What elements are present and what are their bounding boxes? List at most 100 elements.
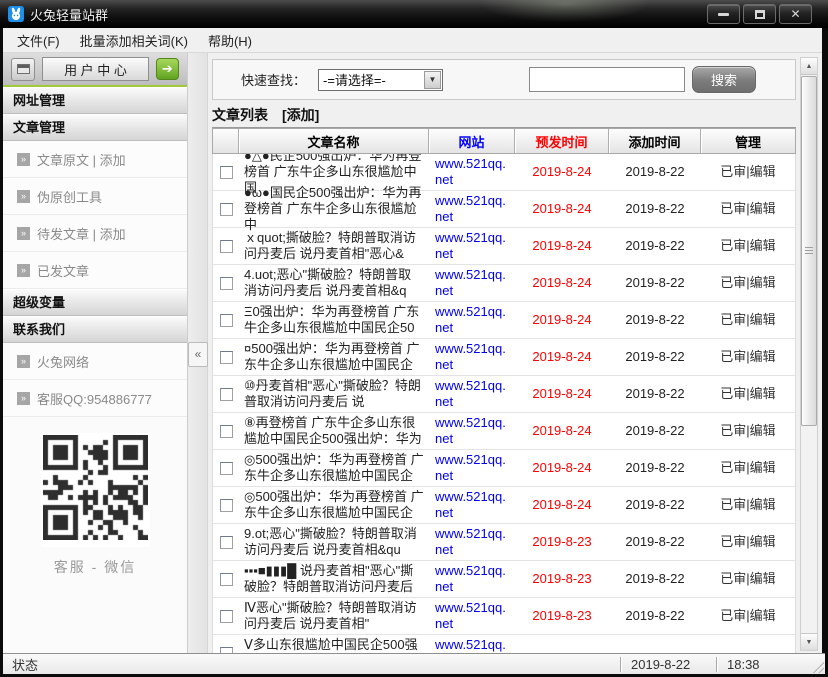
row-checkbox[interactable] — [220, 351, 233, 364]
column-header-pre[interactable]: 预发时间 — [515, 129, 609, 153]
manage-links[interactable]: 已审|编辑 — [701, 524, 795, 560]
column-header-site[interactable]: 网站 — [429, 129, 515, 153]
site-link[interactable]: www.521qq.net — [429, 339, 515, 375]
manage-links[interactable]: 已审|编辑 — [701, 376, 795, 412]
column-header-name[interactable]: 文章名称 — [239, 129, 429, 153]
content-area: 快速查找： -=请选择=- ▼ 搜索 文章列表 [添加] 文章名称网站预发时间添… — [208, 53, 822, 653]
quick-find-select[interactable]: -=请选择=- ▼ — [318, 69, 443, 91]
dropdown-arrow-icon[interactable]: ▼ — [424, 71, 441, 89]
site-link[interactable]: www.521qq.net — [429, 191, 515, 227]
sidebar-item[interactable]: »客服QQ:954886777 — [3, 380, 187, 417]
checkbox-cell — [213, 413, 239, 449]
checkbox-cell — [213, 191, 239, 227]
checkbox-cell — [213, 598, 239, 634]
column-header-manage[interactable]: 管理 — [701, 129, 795, 153]
quick-find-bar: 快速查找： -=请选择=- ▼ 搜索 — [212, 59, 796, 100]
sidebar: 用 户 中 心 ➔ 网址管理文章管理»文章原文 | 添加»伪原创工具»待发文章 … — [3, 53, 187, 653]
sidebar-item[interactable]: »已发文章 — [3, 252, 187, 289]
minimize-button[interactable] — [707, 4, 740, 24]
site-link[interactable]: www.521qq.net — [429, 450, 515, 486]
add-article-link[interactable]: [添加] — [282, 105, 319, 125]
site-link[interactable]: www.521qq.net — [429, 524, 515, 560]
manage-links[interactable]: 已审|编辑 — [701, 561, 795, 597]
site-link[interactable]: www.521qq.net — [429, 561, 515, 597]
checkbox-cell — [213, 450, 239, 486]
go-button[interactable]: ➔ — [156, 58, 179, 80]
sidebar-item[interactable]: »文章原文 | 添加 — [3, 141, 187, 178]
added-date: 2019-8-22 — [609, 265, 701, 301]
sidebar-section-header[interactable]: 超级变量 — [3, 289, 187, 316]
menu-item[interactable]: 批量添加相关词(K) — [70, 28, 198, 52]
table-row: ¤500强出炉：华为再登榜首 广东牛企多山东很尴尬中国民企www.521qq.n… — [213, 339, 795, 376]
sidebar-item-label: 火兔网络 — [37, 352, 89, 371]
user-center-button[interactable]: 用 户 中 心 — [42, 57, 148, 81]
row-checkbox[interactable] — [220, 573, 233, 586]
site-link[interactable]: www.521qq.net — [429, 598, 515, 634]
site-link[interactable]: www.521qq.net — [429, 413, 515, 449]
menu-item[interactable]: 帮助(H) — [198, 28, 262, 52]
row-checkbox[interactable] — [220, 536, 233, 549]
row-checkbox[interactable] — [220, 240, 233, 253]
scroll-down-button[interactable]: ▼ — [801, 633, 817, 650]
site-link[interactable]: www.521qq.net — [429, 265, 515, 301]
app-rabbit-icon — [8, 6, 24, 22]
manage-links[interactable]: 已审|编辑 — [701, 450, 795, 486]
maximize-button[interactable] — [743, 4, 776, 24]
row-checkbox[interactable] — [220, 388, 233, 401]
close-button[interactable]: ✕ — [779, 4, 812, 24]
sidebar-section-header[interactable]: 网址管理 — [3, 87, 187, 114]
row-checkbox[interactable] — [220, 277, 233, 290]
sidebar-item[interactable]: »火兔网络 — [3, 343, 187, 380]
scroll-up-button[interactable]: ▲ — [801, 58, 817, 75]
sidebar-section-header[interactable]: 文章管理 — [3, 114, 187, 141]
article-title: ▪▪▪■▮▮▮█ 说丹麦首相"恶心"撕破脸？特朗普取消访问丹麦后 — [239, 561, 429, 597]
article-title: 4.uot;恶心"撕破脸？特朗普取消访问丹麦后 说丹麦首相&q — [239, 265, 429, 301]
checkbox-cell — [213, 265, 239, 301]
arrow-bullet-icon: » — [17, 190, 30, 203]
panel-toggle-button[interactable] — [11, 58, 35, 81]
search-button[interactable]: 搜索 — [692, 66, 756, 93]
manage-links[interactable]: 已审|编辑 — [701, 228, 795, 264]
row-checkbox[interactable] — [220, 425, 233, 438]
column-header-check[interactable] — [213, 129, 239, 153]
titlebar[interactable]: 火兔轻量站群 ✕ — [0, 0, 828, 28]
collapse-sidebar-button[interactable]: « — [188, 342, 208, 367]
manage-links[interactable]: 已审|编辑 — [701, 191, 795, 227]
sidebar-item[interactable]: »伪原创工具 — [3, 178, 187, 215]
site-link[interactable]: www.521qq.net — [429, 302, 515, 338]
manage-links[interactable]: 已审|编辑 — [701, 487, 795, 523]
row-checkbox[interactable] — [220, 499, 233, 512]
site-link[interactable]: www.521qq.net — [429, 376, 515, 412]
sidebar-item[interactable]: »待发文章 | 添加 — [3, 215, 187, 252]
list-title-bar: 文章列表 [添加] — [212, 103, 796, 128]
manage-links[interactable]: 已审|编辑 — [701, 302, 795, 338]
row-checkbox[interactable] — [220, 314, 233, 327]
manage-links[interactable]: 已审|编辑 — [701, 598, 795, 634]
site-link[interactable]: www.521qq.net — [429, 487, 515, 523]
manage-links[interactable]: 已审|编辑 — [701, 265, 795, 301]
article-title: ◎500强出炉：华为再登榜首 广东牛企多山东很尴尬中国民企 — [239, 450, 429, 486]
checkbox-cell — [213, 635, 239, 653]
vertical-scrollbar[interactable]: ▲ ▼ — [800, 57, 818, 651]
site-link[interactable]: www.521qq.net — [429, 635, 515, 653]
site-link[interactable]: www.521qq.net — [429, 154, 515, 190]
search-input[interactable] — [529, 67, 685, 92]
row-checkbox[interactable] — [220, 462, 233, 475]
manage-links[interactable]: 已审|编辑 — [701, 154, 795, 190]
menu-item[interactable]: 文件(F) — [7, 28, 70, 52]
window-controls: ✕ — [707, 4, 812, 24]
manage-links[interactable] — [701, 635, 795, 653]
row-checkbox[interactable] — [220, 610, 233, 623]
manage-links[interactable]: 已审|编辑 — [701, 339, 795, 375]
site-link[interactable]: www.521qq.net — [429, 228, 515, 264]
scrollbar-thumb[interactable] — [801, 76, 817, 426]
row-checkbox[interactable] — [220, 203, 233, 216]
sidebar-section-header[interactable]: 联系我们 — [3, 316, 187, 343]
checkbox-cell — [213, 487, 239, 523]
added-date: 2019-8-22 — [609, 191, 701, 227]
column-header-add[interactable]: 添加时间 — [609, 129, 701, 153]
manage-links[interactable]: 已审|编辑 — [701, 413, 795, 449]
row-checkbox[interactable] — [220, 166, 233, 179]
list-title: 文章列表 — [212, 105, 268, 125]
pre-publish-date: 2019-8-24 — [515, 339, 609, 375]
